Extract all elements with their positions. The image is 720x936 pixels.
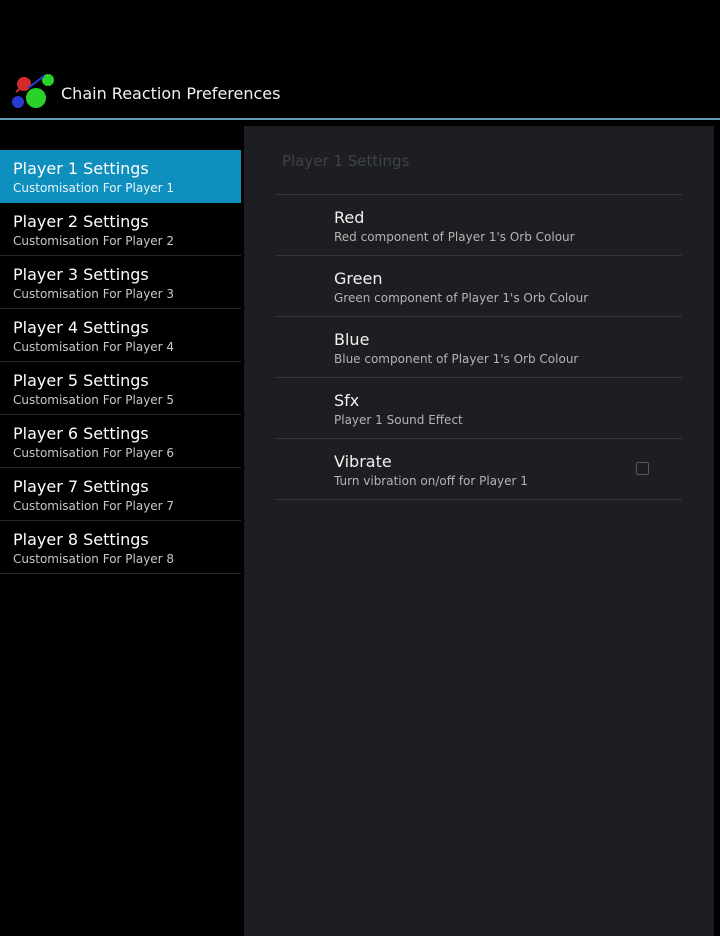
header-title: Player 5 Settings: [13, 371, 149, 390]
pref-summary: Red component of Player 1's Orb Colour: [334, 230, 575, 244]
chain-reaction-orbs-icon: [12, 74, 54, 108]
header-title: Player 1 Settings: [13, 159, 149, 178]
header-summary: Customisation For Player 4: [13, 340, 175, 354]
pref-vibrate[interactable]: Vibrate Turn vibration on/off for Player…: [275, 439, 682, 500]
header-summary: Customisation For Player 1: [13, 181, 175, 195]
pref-title: Blue: [334, 330, 370, 349]
pref-summary: Green component of Player 1's Orb Colour: [334, 291, 589, 305]
header-title: Player 2 Settings: [13, 212, 149, 231]
pref-title: Green: [334, 269, 383, 288]
header-summary: Customisation For Player 5: [13, 393, 175, 407]
header-summary: Customisation For Player 2: [13, 234, 175, 248]
header-item-player-1[interactable]: Player 1 Settings Customisation For Play…: [0, 150, 241, 203]
preference-headers-list: Player 1 Settings Customisation For Play…: [0, 150, 241, 574]
pref-title: Vibrate: [334, 452, 392, 471]
header-summary: Customisation For Player 8: [13, 552, 175, 566]
header-summary: Customisation For Player 7: [13, 499, 175, 513]
header-item-player-7[interactable]: Player 7 Settings Customisation For Play…: [0, 468, 241, 521]
header-title: Player 7 Settings: [13, 477, 149, 496]
vibrate-checkbox[interactable]: [636, 462, 649, 475]
header-item-player-2[interactable]: Player 2 Settings Customisation For Play…: [0, 203, 241, 256]
header-summary: Customisation For Player 3: [13, 287, 175, 301]
header-title: Player 4 Settings: [13, 318, 149, 337]
header-item-player-3[interactable]: Player 3 Settings Customisation For Play…: [0, 256, 241, 309]
app-title: Chain Reaction Preferences: [61, 84, 281, 103]
pref-summary: Turn vibration on/off for Player 1: [334, 474, 528, 488]
pref-title: Red: [334, 208, 365, 227]
preference-detail-pane: Player 1 Settings Red Red component of P…: [244, 126, 714, 936]
pref-summary: Player 1 Sound Effect: [334, 413, 463, 427]
header-item-player-8[interactable]: Player 8 Settings Customisation For Play…: [0, 521, 241, 574]
preference-list: Red Red component of Player 1's Orb Colo…: [275, 195, 682, 500]
category-title: Player 1 Settings: [282, 152, 410, 170]
pref-sfx[interactable]: Sfx Player 1 Sound Effect: [275, 378, 682, 439]
header-summary: Customisation For Player 6: [13, 446, 175, 460]
header-title: Player 3 Settings: [13, 265, 149, 284]
pref-summary: Blue component of Player 1's Orb Colour: [334, 352, 579, 366]
pref-title: Sfx: [334, 391, 360, 410]
pref-blue[interactable]: Blue Blue component of Player 1's Orb Co…: [275, 317, 682, 378]
header-item-player-6[interactable]: Player 6 Settings Customisation For Play…: [0, 415, 241, 468]
header-item-player-5[interactable]: Player 5 Settings Customisation For Play…: [0, 362, 241, 415]
action-bar: Chain Reaction Preferences: [0, 62, 720, 120]
header-title: Player 6 Settings: [13, 424, 149, 443]
pref-red[interactable]: Red Red component of Player 1's Orb Colo…: [275, 195, 682, 256]
pref-green[interactable]: Green Green component of Player 1's Orb …: [275, 256, 682, 317]
header-item-player-4[interactable]: Player 4 Settings Customisation For Play…: [0, 309, 241, 362]
header-title: Player 8 Settings: [13, 530, 149, 549]
